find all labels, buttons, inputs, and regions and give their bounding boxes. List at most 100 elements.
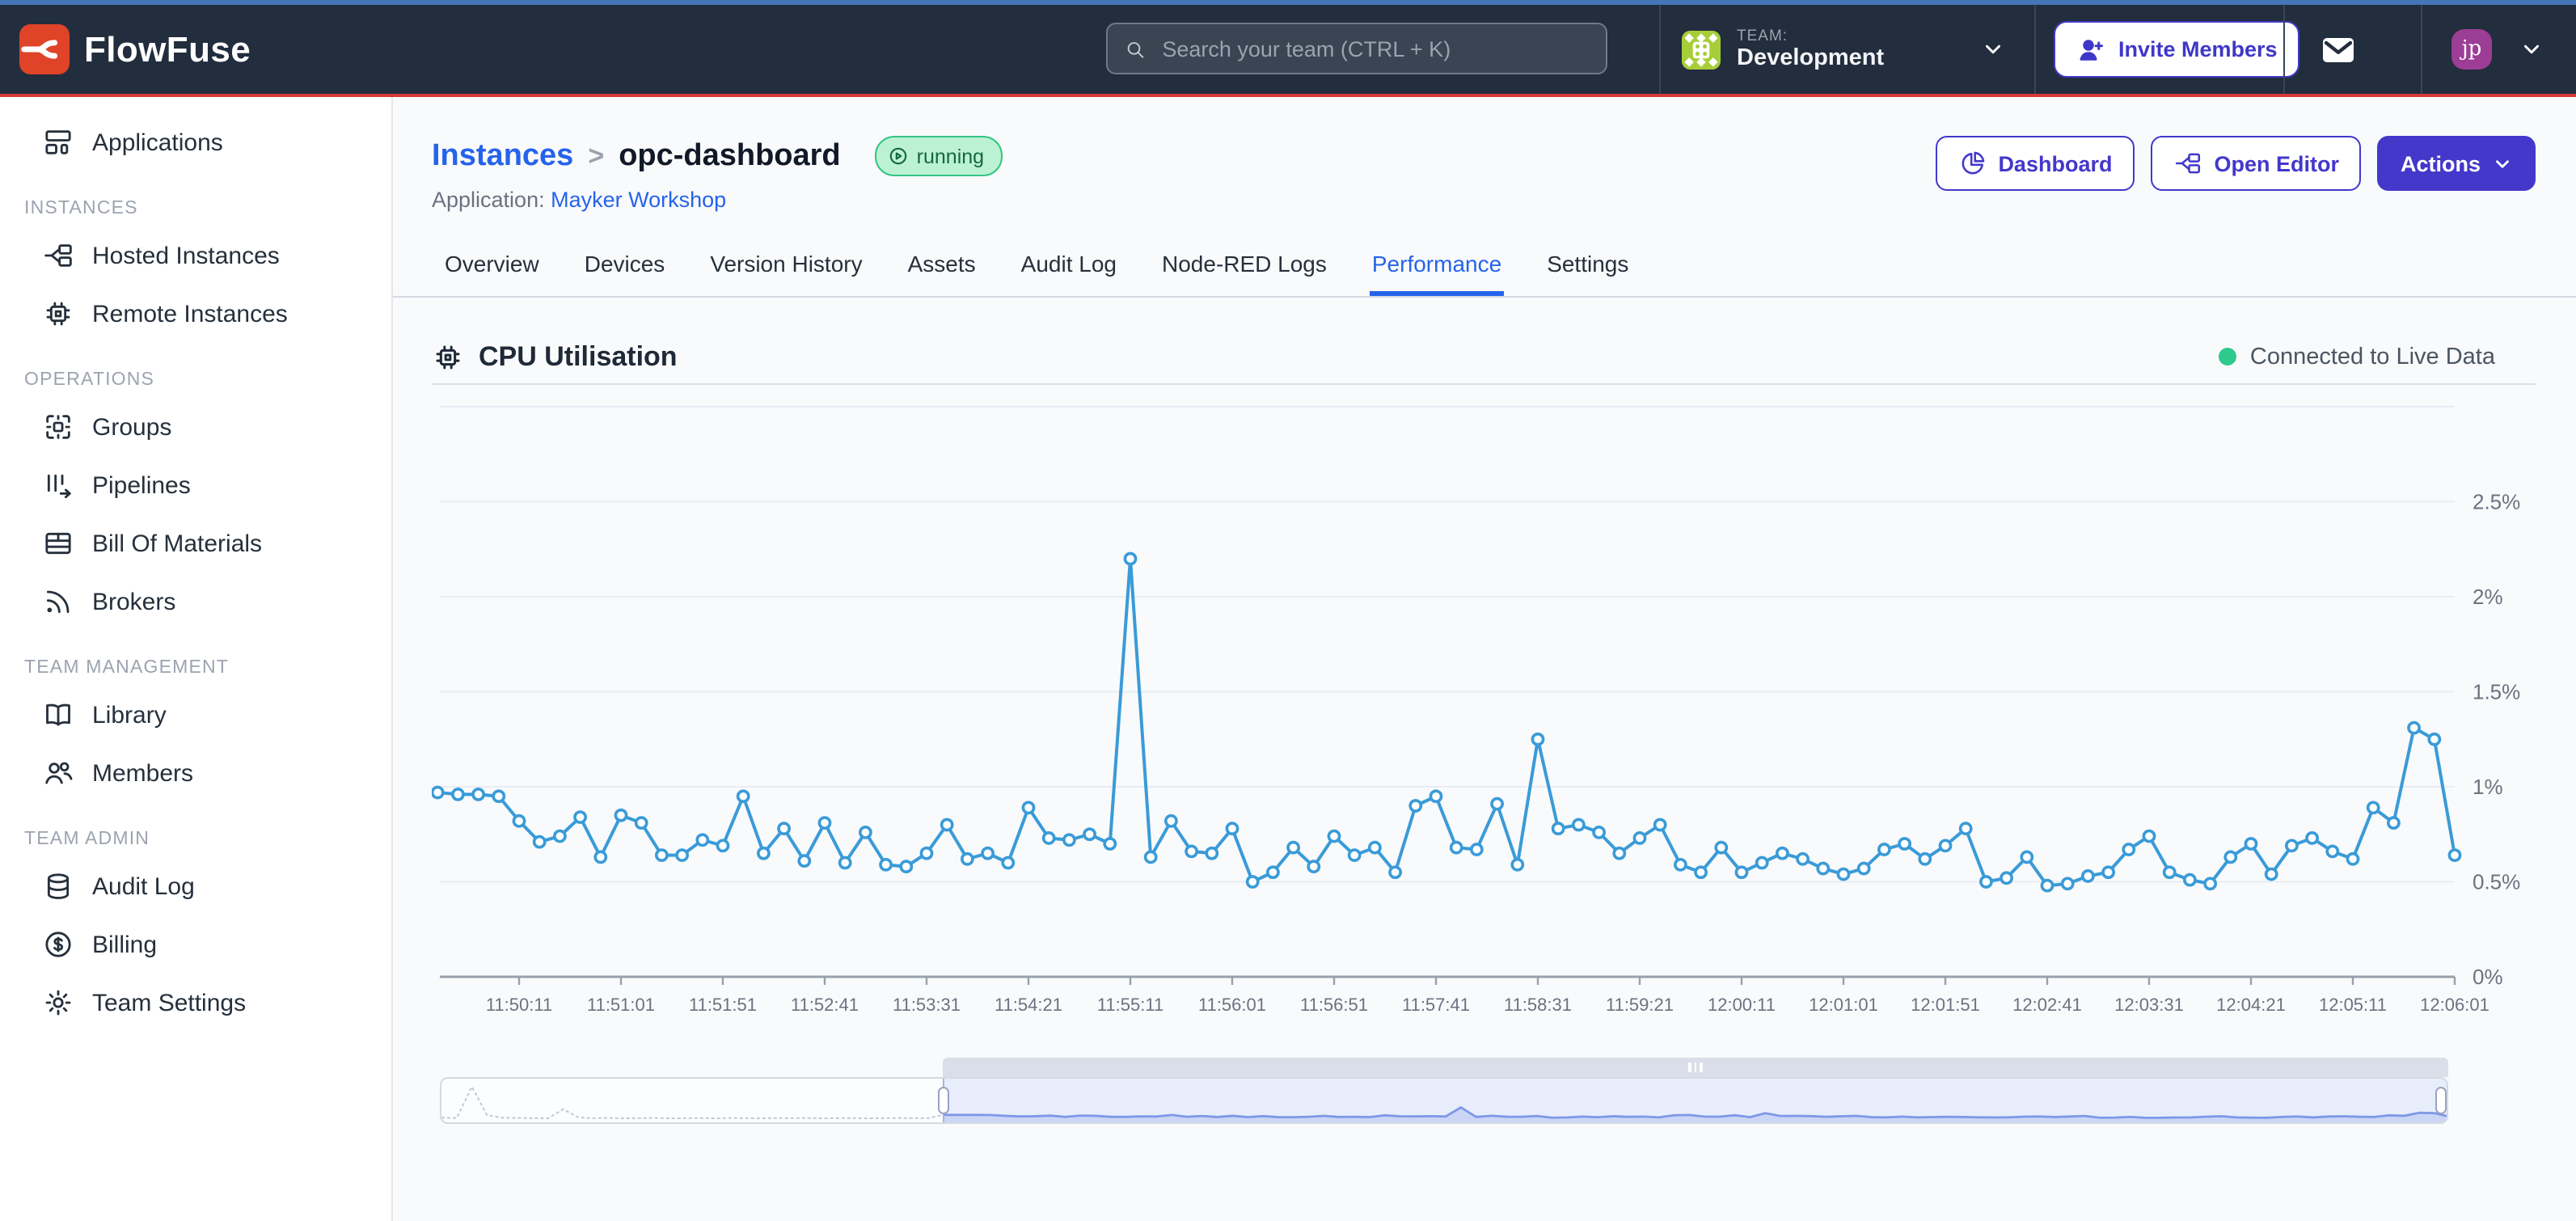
team-search[interactable] — [1106, 23, 1607, 74]
application-link[interactable]: Mayker Workshop — [551, 188, 726, 212]
user-menu-chevron-icon[interactable] — [2519, 37, 2544, 61]
dashboard-button[interactable]: Dashboard — [1935, 136, 2135, 191]
sidebar-section-label: INSTANCES — [0, 199, 391, 218]
user-avatar[interactable]: jp — [2451, 29, 2492, 70]
sidebar-item-members[interactable]: Members — [0, 744, 391, 802]
live-status-dot-icon — [2219, 348, 2237, 365]
sidebar-item-brokers[interactable]: Brokers — [0, 572, 391, 631]
tab-assets[interactable]: Assets — [906, 236, 978, 296]
breadcrumb-instances-link[interactable]: Instances — [432, 138, 573, 174]
svg-text:2%: 2% — [2473, 585, 2503, 609]
sidebar-item-hosted-instances[interactable]: Hosted Instances — [0, 226, 391, 285]
notifications-button[interactable] — [2319, 31, 2358, 70]
actions-button[interactable]: Actions — [2378, 136, 2536, 191]
sidebar: Applications INSTANCES Hosted Instances Rem… — [0, 97, 393, 1221]
sidebar-item-remote-instances[interactable]: Remote Instances — [0, 285, 391, 343]
search-input[interactable] — [1159, 35, 1590, 62]
nav-divider — [2034, 5, 2036, 94]
page-title: opc-dashboard — [619, 138, 840, 174]
team-label: TEAM: — [1737, 27, 1884, 44]
tab-overview[interactable]: Overview — [443, 236, 541, 296]
status-badge: running — [875, 136, 1002, 176]
svg-text:12:04:21: 12:04:21 — [2216, 995, 2286, 1015]
sidebar-item-label: Hosted Instances — [92, 242, 280, 269]
remote-instances-icon — [42, 298, 74, 330]
invite-members-label: Invite Members — [2118, 37, 2278, 61]
sidebar-section-label: TEAM ADMIN — [0, 830, 391, 849]
brush-left-handle[interactable] — [938, 1087, 949, 1114]
open-editor-button[interactable]: Open Editor — [2151, 136, 2362, 191]
play-circle-icon — [888, 146, 909, 167]
groups-icon — [42, 411, 74, 443]
library-icon — [42, 699, 74, 731]
tab-devices[interactable]: Devices — [583, 236, 667, 296]
tab-performance[interactable]: Performance — [1370, 236, 1503, 296]
sidebar-item-billing[interactable]: Billing — [0, 915, 391, 974]
svg-text:12:05:11: 12:05:11 — [2319, 995, 2387, 1015]
cpu-icon — [432, 340, 464, 373]
svg-text:0.5%: 0.5% — [2473, 870, 2520, 894]
svg-text:12:02:41: 12:02:41 — [2012, 995, 2082, 1015]
sidebar-item-label: Members — [92, 759, 193, 787]
svg-text:11:52:41: 11:52:41 — [791, 995, 859, 1015]
flowfuse-logo-icon — [19, 24, 70, 74]
svg-text:12:06:01: 12:06:01 — [2420, 995, 2489, 1015]
application-line: Application: Mayker Workshop — [432, 188, 726, 212]
audit-log-icon — [42, 870, 74, 902]
tab-settings[interactable]: Settings — [1545, 236, 1630, 296]
button-label: Open Editor — [2214, 151, 2339, 175]
user-plus-icon — [2076, 35, 2105, 64]
flowfuse-logo[interactable]: FlowFuse — [19, 5, 251, 94]
invite-members-button[interactable]: Invite Members — [2054, 21, 2300, 78]
team-identicon — [1682, 30, 1721, 69]
tab-node-red-logs[interactable]: Node-RED Logs — [1160, 236, 1328, 296]
sidebar-item-groups[interactable]: Groups — [0, 398, 391, 456]
billing-icon — [42, 928, 74, 961]
team-name: Development — [1737, 44, 1884, 71]
svg-text:11:59:21: 11:59:21 — [1606, 995, 1674, 1015]
brush-right-handle[interactable] — [2435, 1087, 2447, 1114]
svg-text:2.5%: 2.5% — [2473, 490, 2520, 514]
sidebar-item-team-settings[interactable]: Team Settings — [0, 974, 391, 1032]
svg-text:11:56:51: 11:56:51 — [1300, 995, 1368, 1015]
button-label: Dashboard — [1998, 151, 2112, 175]
sidebar-item-pipelines[interactable]: Pipelines — [0, 456, 391, 514]
sidebar-item-bill-of-materials[interactable]: Bill Of Materials — [0, 514, 391, 572]
nav-divider — [2421, 5, 2422, 94]
sidebar-item-audit-log[interactable]: Audit Log — [0, 857, 391, 915]
sidebar-item-applications[interactable]: Applications — [0, 113, 391, 171]
applications-icon — [42, 126, 74, 158]
sidebar-section-label: OPERATIONS — [0, 370, 391, 390]
brush-drag-bar[interactable] — [942, 1058, 2448, 1077]
team-switcher[interactable]: TEAM: Development — [1682, 5, 2015, 94]
svg-text:11:50:11: 11:50:11 — [486, 995, 552, 1015]
tab-version-history[interactable]: Version History — [708, 236, 864, 296]
brokers-icon — [42, 585, 74, 618]
hosted-instances-icon — [42, 239, 74, 272]
live-status-label: Connected to Live Data — [2250, 344, 2495, 370]
tab-audit-log[interactable]: Audit Log — [1020, 236, 1118, 296]
panel-title-label: CPU Utilisation — [479, 340, 678, 373]
sidebar-item-label: Groups — [92, 413, 171, 441]
brush-selection[interactable] — [943, 1079, 2447, 1122]
header-actions: Dashboard Open Editor Actions — [1935, 136, 2536, 191]
panel-title: CPU Utilisation — [432, 340, 678, 373]
brush-track[interactable] — [440, 1077, 2448, 1124]
sidebar-item-label: Remote Instances — [92, 300, 288, 327]
tab-bar: Overview Devices Version History Assets Audi… — [393, 236, 2576, 298]
live-status: Connected to Live Data — [2219, 344, 2495, 370]
sidebar-item-label: Library — [92, 701, 167, 729]
breadcrumb-separator: > — [588, 140, 604, 172]
panel-header: CPU Utilisation Connected to Live Data — [432, 330, 2536, 385]
members-icon — [42, 757, 74, 789]
logo-wordmark: FlowFuse — [84, 28, 251, 70]
svg-text:11:56:01: 11:56:01 — [1198, 995, 1266, 1015]
svg-text:12:03:31: 12:03:31 — [2114, 995, 2184, 1015]
svg-text:11:57:41: 11:57:41 — [1402, 995, 1470, 1015]
svg-text:12:00:11: 12:00:11 — [1708, 995, 1776, 1015]
bill-of-materials-icon — [42, 527, 74, 560]
svg-text:11:51:51: 11:51:51 — [689, 995, 757, 1015]
sidebar-item-library[interactable]: Library — [0, 686, 391, 744]
top-navbar: FlowFuse TEAM: Development — [0, 5, 2576, 94]
main-content: Instances > opc-dashboard running Applic… — [393, 97, 2576, 1221]
